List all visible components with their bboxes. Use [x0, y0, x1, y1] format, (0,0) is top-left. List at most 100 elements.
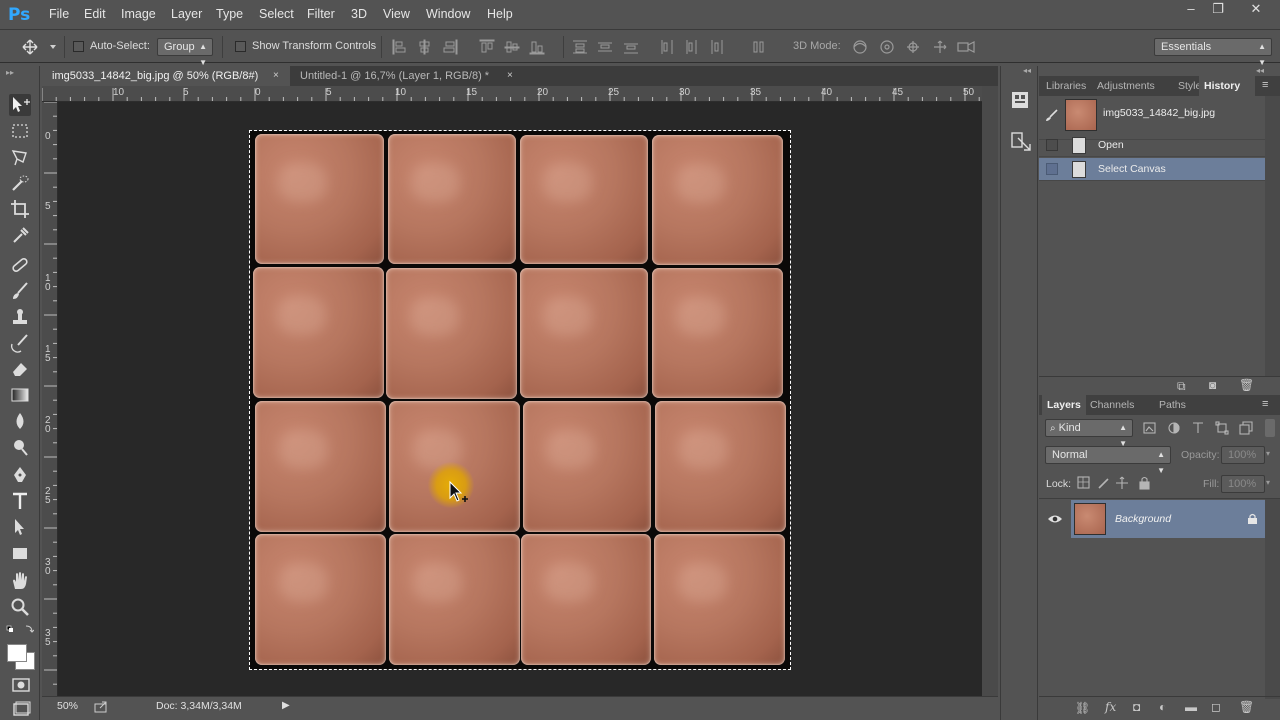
delete-state-icon[interactable]: 🗑: [1239, 378, 1254, 392]
type-tool-icon[interactable]: [9, 490, 31, 512]
delete-layer-icon[interactable]: 🗑: [1239, 700, 1254, 714]
rectangle-tool-icon[interactable]: [9, 542, 31, 564]
vertical-scrollbar[interactable]: [982, 86, 998, 696]
eye-icon[interactable]: [1047, 513, 1063, 525]
screen-mode-icon[interactable]: [10, 698, 32, 720]
gradient-tool-icon[interactable]: [9, 384, 31, 406]
menu-file[interactable]: File: [49, 7, 69, 21]
blend-mode-dropdown[interactable]: Normal ▲ ▼: [1045, 446, 1171, 475]
tab-untitled-1[interactable]: Untitled-1 @ 16,7% (Layer 1, RGB/8) * ×: [290, 66, 520, 86]
fill-field[interactable]: 100%: [1221, 475, 1265, 493]
history-brush-source-icon[interactable]: [1045, 108, 1059, 122]
quick-mask-icon[interactable]: [10, 674, 32, 696]
distribute-icons[interactable]: [572, 39, 772, 55]
close-tab-icon[interactable]: ×: [273, 66, 279, 86]
layer-row-background[interactable]: Background: [1071, 500, 1265, 538]
ruler-label: 10: [395, 87, 407, 98]
auto-select-dropdown[interactable]: Group ▲ ▼: [157, 38, 213, 67]
layer-filter-dropdown[interactable]: ⌕ Kind ▲ ▼: [1045, 419, 1133, 448]
dodge-tool-icon[interactable]: [9, 436, 31, 458]
path-selection-tool-icon[interactable]: [9, 516, 31, 538]
clone-stamp-tool-icon[interactable]: [9, 306, 31, 328]
history-brush-tool-icon[interactable]: [9, 332, 31, 354]
swap-colors-icon[interactable]: [6, 624, 35, 636]
new-layer-icon[interactable]: ◻: [1211, 700, 1221, 714]
menu-select[interactable]: Select: [259, 7, 294, 21]
crop-tool-icon[interactable]: [9, 198, 31, 220]
menu-filter[interactable]: Filter: [307, 7, 335, 21]
fill-arrow-icon[interactable]: ▾: [1266, 478, 1270, 487]
opacity-field[interactable]: 100%: [1221, 446, 1265, 464]
menu-3d[interactable]: 3D: [351, 7, 367, 21]
collapse-tools-icon[interactable]: ▸▸: [6, 68, 14, 77]
hand-tool-icon[interactable]: [9, 570, 31, 592]
menu-edit[interactable]: Edit: [84, 7, 106, 21]
eraser-tool-icon[interactable]: [9, 358, 31, 380]
layers-scrollbar[interactable]: [1265, 499, 1280, 699]
move-tool-icon[interactable]: [9, 94, 31, 116]
zoom-level[interactable]: 50%: [57, 700, 78, 712]
menu-help[interactable]: Help: [487, 7, 513, 21]
close-tab-icon[interactable]: ×: [507, 66, 513, 86]
panel-menu-icon[interactable]: ≡: [1262, 79, 1268, 91]
3d-mode-icons[interactable]: [850, 38, 980, 56]
menu-window[interactable]: Window: [426, 7, 470, 21]
tab-paths[interactable]: Paths: [1155, 395, 1190, 415]
history-state-checkbox[interactable]: [1046, 139, 1058, 151]
collapse-panels-icon[interactable]: ◂◂: [1023, 66, 1031, 75]
show-transform-controls-checkbox[interactable]: [235, 41, 246, 52]
status-menu-arrow-icon[interactable]: ▶: [282, 700, 290, 711]
auto-select-checkbox[interactable]: [73, 41, 84, 52]
adjustment-layer-icon[interactable]: ◐: [1159, 700, 1166, 714]
add-mask-icon[interactable]: ◘: [1133, 700, 1140, 714]
restore-button[interactable]: ❐: [1203, 0, 1233, 18]
foreground-color-swatch[interactable]: [7, 644, 27, 662]
brush-tool-icon[interactable]: [9, 280, 31, 302]
opacity-arrow-icon[interactable]: ▾: [1266, 449, 1270, 458]
tab-history[interactable]: History: [1199, 76, 1255, 96]
workspace-dropdown[interactable]: Essentials ▲ ▼: [1154, 38, 1272, 67]
zoom-tool-icon[interactable]: [9, 596, 31, 618]
menu-type[interactable]: Type: [216, 7, 243, 21]
eyedropper-tool-icon[interactable]: [9, 224, 31, 246]
new-group-icon[interactable]: ▬: [1185, 700, 1197, 714]
quick-selection-tool-icon[interactable]: [9, 172, 31, 194]
create-snapshot-icon[interactable]: ◙: [1209, 378, 1216, 392]
export-icon[interactable]: [94, 701, 108, 713]
panel-menu-icon[interactable]: ≡: [1262, 398, 1268, 410]
history-state-checkbox[interactable]: [1046, 163, 1058, 175]
lock-icon[interactable]: [1247, 513, 1258, 525]
properties-panel-icon[interactable]: [1010, 90, 1030, 110]
blur-tool-icon[interactable]: [9, 410, 31, 432]
menu-layer[interactable]: Layer: [171, 7, 202, 21]
new-document-from-state-icon[interactable]: ⧉: [1177, 379, 1186, 394]
history-panel-icon[interactable]: [1010, 130, 1032, 152]
tab-libraries[interactable]: Libraries: [1042, 76, 1090, 96]
pen-tool-icon[interactable]: [9, 464, 31, 486]
move-tool-preset-icon[interactable]: [22, 39, 58, 58]
layer-style-icon[interactable]: fx: [1105, 700, 1116, 714]
collapse-dock-icon[interactable]: ◂◂: [1256, 66, 1264, 75]
tab-layers[interactable]: Layers: [1042, 395, 1086, 415]
marquee-tool-icon[interactable]: [9, 120, 31, 142]
tab-img5033[interactable]: img5033_14842_big.jpg @ 50% (RGB/8#) ×: [42, 66, 290, 86]
align-icons[interactable]: [392, 39, 568, 55]
link-layers-icon[interactable]: ⛓: [1075, 701, 1090, 715]
lock-options-icons[interactable]: [1077, 476, 1157, 490]
close-window-button[interactable]: ✕: [1238, 0, 1274, 18]
layer-filter-icons[interactable]: [1143, 421, 1263, 435]
filter-toggle[interactable]: [1265, 419, 1275, 437]
document-canvas[interactable]: [249, 130, 791, 670]
healing-brush-tool-icon[interactable]: [9, 254, 31, 276]
history-state-open[interactable]: Open: [1039, 134, 1265, 157]
tab-channels[interactable]: Channels: [1086, 395, 1138, 415]
layer-name[interactable]: Background: [1115, 513, 1171, 525]
history-state-select-canvas[interactable]: Select Canvas: [1039, 158, 1265, 181]
layer-visibility-cell[interactable]: [1039, 499, 1071, 539]
minimize-button[interactable]: ‒: [1176, 0, 1206, 18]
menu-image[interactable]: Image: [121, 7, 156, 21]
tab-adjustments[interactable]: Adjustments: [1093, 76, 1159, 96]
history-scrollbar[interactable]: [1265, 96, 1280, 376]
menu-view[interactable]: View: [383, 7, 410, 21]
lasso-tool-icon[interactable]: [9, 146, 31, 168]
